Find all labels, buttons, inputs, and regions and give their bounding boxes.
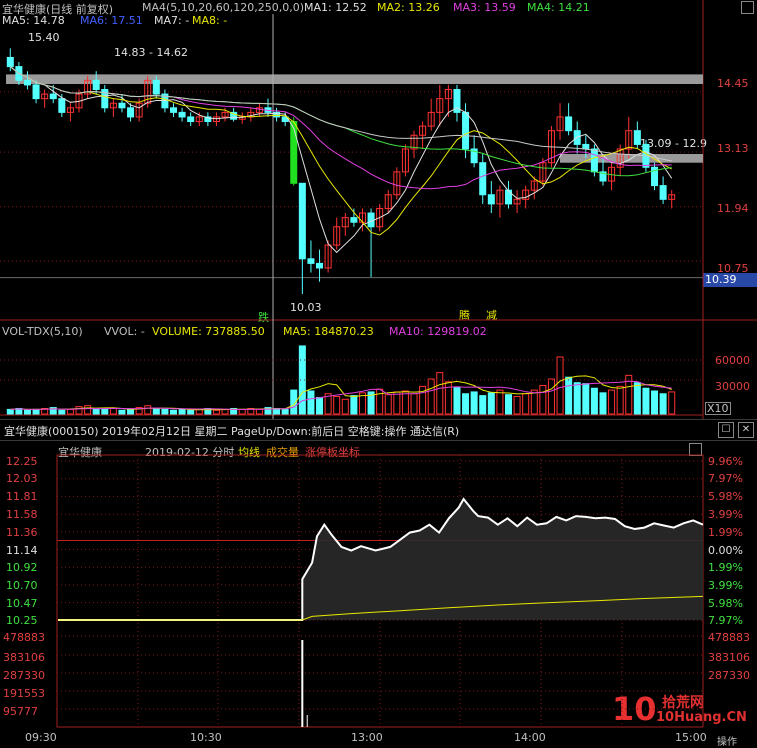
volume-bar: [651, 390, 659, 415]
volume-bar: [92, 407, 100, 415]
volume-bar: [144, 405, 152, 415]
candle-body: [479, 162, 487, 196]
candle-body: [316, 262, 324, 269]
volume-bar: [590, 387, 598, 415]
volume-bar: [582, 383, 590, 415]
volume-bar: [565, 376, 573, 415]
volume-bar: [401, 390, 409, 415]
volume-bar: [118, 409, 126, 415]
volume-ma-line: [10, 375, 672, 411]
volume-bar: [281, 408, 289, 415]
volume-bar: [307, 390, 315, 415]
volume-bar: [393, 391, 401, 415]
candle-body: [307, 258, 315, 264]
volume-bar: [659, 393, 667, 415]
volume-bar: [504, 394, 513, 415]
volume-bar: [384, 394, 392, 415]
volume-ma-line: [10, 380, 672, 411]
candle-body: [590, 148, 598, 173]
volume-bar: [75, 406, 83, 415]
candle-body: [169, 107, 178, 113]
candle-body: [58, 98, 66, 113]
candle-body: [92, 79, 100, 90]
volume-bar: [109, 407, 117, 415]
volume-bar: [333, 396, 341, 415]
volume-bar: [479, 395, 487, 415]
volume-bar: [642, 387, 650, 415]
candle-body: [49, 93, 57, 100]
candle-body: [504, 189, 513, 205]
volume-bar: [255, 408, 263, 415]
volume-bar: [547, 378, 555, 415]
volume-bar: [187, 409, 195, 415]
candle-body: [298, 182, 306, 260]
volume-bar: [101, 408, 109, 415]
volume-bar: [127, 408, 135, 415]
candle-body: [633, 130, 641, 145]
candle-body: [350, 217, 358, 223]
volume-bar: [410, 393, 418, 415]
candle-body: [178, 111, 186, 118]
candle-body: [32, 84, 40, 100]
volume-bar: [470, 391, 478, 415]
volume-bar: [668, 391, 676, 415]
volume-bar: [316, 396, 324, 415]
volume-bar: [350, 395, 358, 415]
volume-bar: [616, 385, 624, 415]
candle-body: [187, 116, 195, 123]
candle-body: [118, 102, 126, 109]
volume-bar: [238, 408, 246, 415]
candle-body: [152, 79, 160, 95]
volume-bar: [599, 392, 607, 415]
volume-bar: [453, 386, 461, 415]
resistance-band: [6, 74, 703, 84]
volume-bar: [58, 409, 66, 415]
volume-bar: [436, 372, 444, 415]
volume-bar: [530, 389, 538, 415]
volume-bar: [212, 409, 220, 415]
candle-body: [659, 185, 667, 200]
volume-bar: [427, 378, 435, 415]
ma-line: [9, 66, 672, 190]
volume-bar: [633, 382, 641, 415]
volume-bar: [178, 408, 186, 415]
candle-body: [462, 111, 470, 150]
volume-bar: [513, 396, 521, 415]
candle-body: [290, 121, 298, 184]
volume-bar: [487, 392, 495, 415]
volume-bar: [573, 382, 581, 415]
volume-bar: [376, 388, 384, 415]
volume-bar: [32, 408, 40, 415]
candle-body: [23, 79, 31, 86]
volume-bar: [84, 405, 92, 415]
candle-body: [582, 143, 590, 150]
volume-bar: [556, 356, 564, 415]
volume-bar: [496, 389, 504, 415]
volume-bar: [462, 393, 470, 415]
volume-bar: [152, 407, 160, 415]
volume-bar: [539, 384, 547, 415]
candle-body: [487, 194, 495, 205]
volume-bar: [6, 408, 14, 415]
candle-body: [6, 56, 14, 68]
volume-bar: [341, 398, 349, 415]
candle-body: [127, 107, 135, 118]
volume-bar: [169, 409, 178, 415]
volume-bar: [66, 408, 74, 415]
candle-body: [565, 116, 573, 132]
volume-bar: [23, 409, 31, 415]
charts-canvas: [0, 0, 757, 728]
volume-bar: [608, 389, 616, 415]
volume-bar: [161, 408, 169, 415]
volume-bar: [522, 393, 530, 415]
